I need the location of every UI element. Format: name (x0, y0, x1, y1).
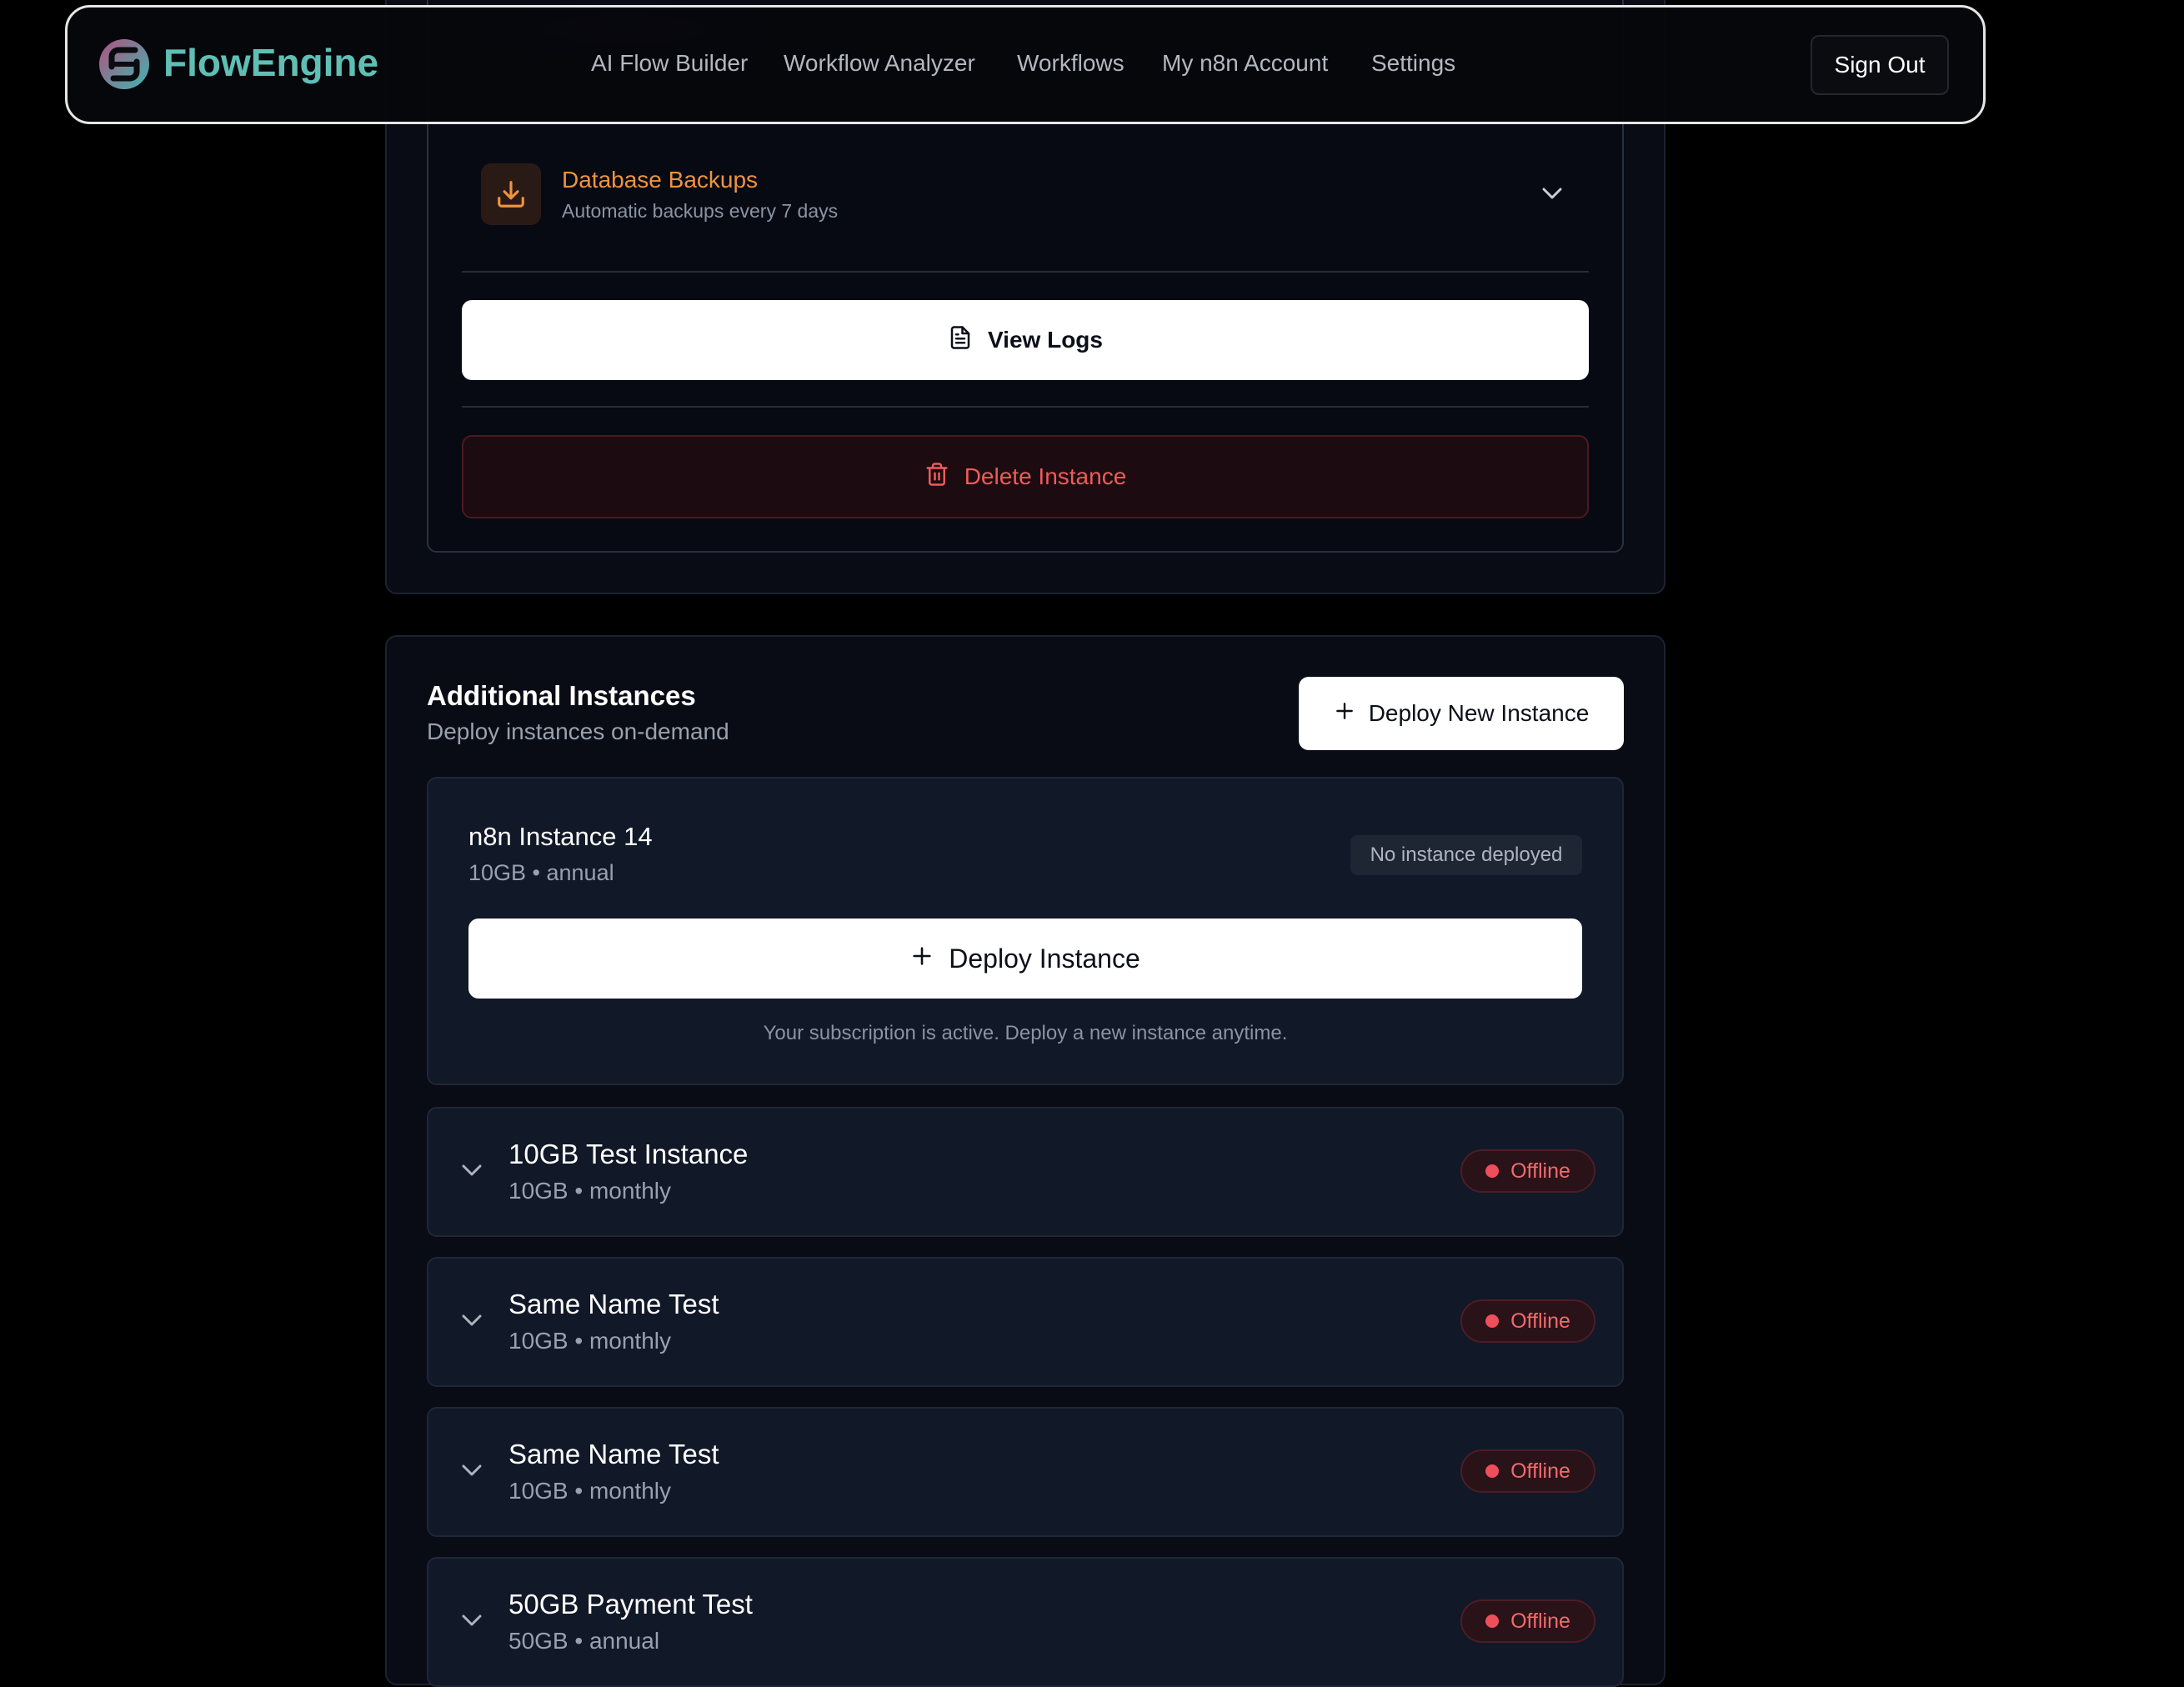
delete-instance-label: Delete Instance (964, 463, 1127, 489)
instance-row[interactable] (427, 1557, 1624, 1687)
sign-out-button[interactable]: Sign Out (1811, 35, 1949, 95)
plus-icon (1334, 700, 1355, 728)
instance-name: 50GB Payment Test (508, 1589, 753, 1619)
delete-instance-button[interactable]: Delete Instance (462, 435, 1589, 518)
trash-icon (924, 462, 949, 493)
status-dot (1485, 1464, 1500, 1478)
status-label: Offline (1510, 1609, 1570, 1633)
instance-details: 10GB • monthly (508, 1478, 672, 1504)
chevron-down-icon[interactable] (459, 1312, 484, 1329)
instance-row[interactable] (427, 1257, 1624, 1387)
status-dot (1485, 1164, 1500, 1178)
instance-details: 10GB • annual (468, 860, 614, 885)
instance-row[interactable] (427, 1407, 1624, 1537)
deploy-instance-label: Deploy Instance (949, 943, 1140, 974)
nav-workflow-analyzer[interactable]: Workflow Analyzer (784, 50, 975, 77)
status-badge: No instance deployed (1350, 835, 1582, 875)
deploy-new-instance-button[interactable]: Deploy New Instance (1299, 677, 1624, 750)
brand-name[interactable]: FlowEngine (163, 40, 378, 85)
status-label: Offline (1510, 1309, 1570, 1333)
instance-details: 10GB • monthly (508, 1178, 672, 1204)
chevron-down-icon[interactable] (459, 1462, 484, 1479)
status-badge: Offline (1460, 1299, 1595, 1343)
logo-icon[interactable] (98, 38, 150, 90)
status-badge: Offline (1460, 1599, 1595, 1643)
instance-name: n8n Instance 14 (468, 822, 653, 851)
instance-details: 10GB • monthly (508, 1328, 672, 1354)
status-badge: Offline (1460, 1449, 1595, 1493)
plus-icon (910, 944, 934, 974)
view-logs-label: View Logs (988, 327, 1103, 353)
instance-row[interactable] (427, 1107, 1624, 1237)
section-subtitle: Deploy instances on-demand (427, 718, 729, 744)
chevron-down-icon[interactable] (1539, 183, 1565, 203)
status-label: Offline (1510, 1159, 1570, 1183)
view-logs-button[interactable]: View Logs (462, 300, 1589, 380)
instance-name: Same Name Test (508, 1289, 719, 1319)
instance-name: Same Name Test (508, 1439, 719, 1469)
instance-name: 10GB Test Instance (508, 1139, 749, 1169)
nav-ai-flow-builder[interactable]: AI Flow Builder (591, 50, 748, 77)
status-dot (1485, 1314, 1500, 1328)
deploy-new-instance-label: Deploy New Instance (1368, 700, 1590, 726)
nav-workflows[interactable]: Workflows (1017, 50, 1125, 77)
divider (462, 271, 1589, 273)
backup-title: Database Backups (562, 167, 759, 193)
subscription-message: Your subscription is active. Deploy a ne… (763, 1022, 1288, 1044)
nav-settings[interactable]: Settings (1371, 50, 1455, 77)
instance-details: 50GB • annual (508, 1628, 660, 1654)
status-dot (1485, 1614, 1500, 1628)
chevron-down-icon[interactable] (459, 1612, 484, 1629)
file-text-icon (948, 325, 973, 356)
backup-subtitle: Automatic backups every 7 days (562, 200, 839, 222)
section-title: Additional Instances (427, 680, 696, 711)
download-icon (481, 163, 541, 225)
deploy-instance-button[interactable]: Deploy Instance (468, 919, 1582, 999)
status-label: Offline (1510, 1459, 1570, 1483)
status-badge: Offline (1460, 1149, 1595, 1193)
chevron-down-icon[interactable] (459, 1162, 484, 1179)
nav-my-n8n-account[interactable]: My n8n Account (1162, 50, 1328, 77)
divider (462, 406, 1589, 408)
